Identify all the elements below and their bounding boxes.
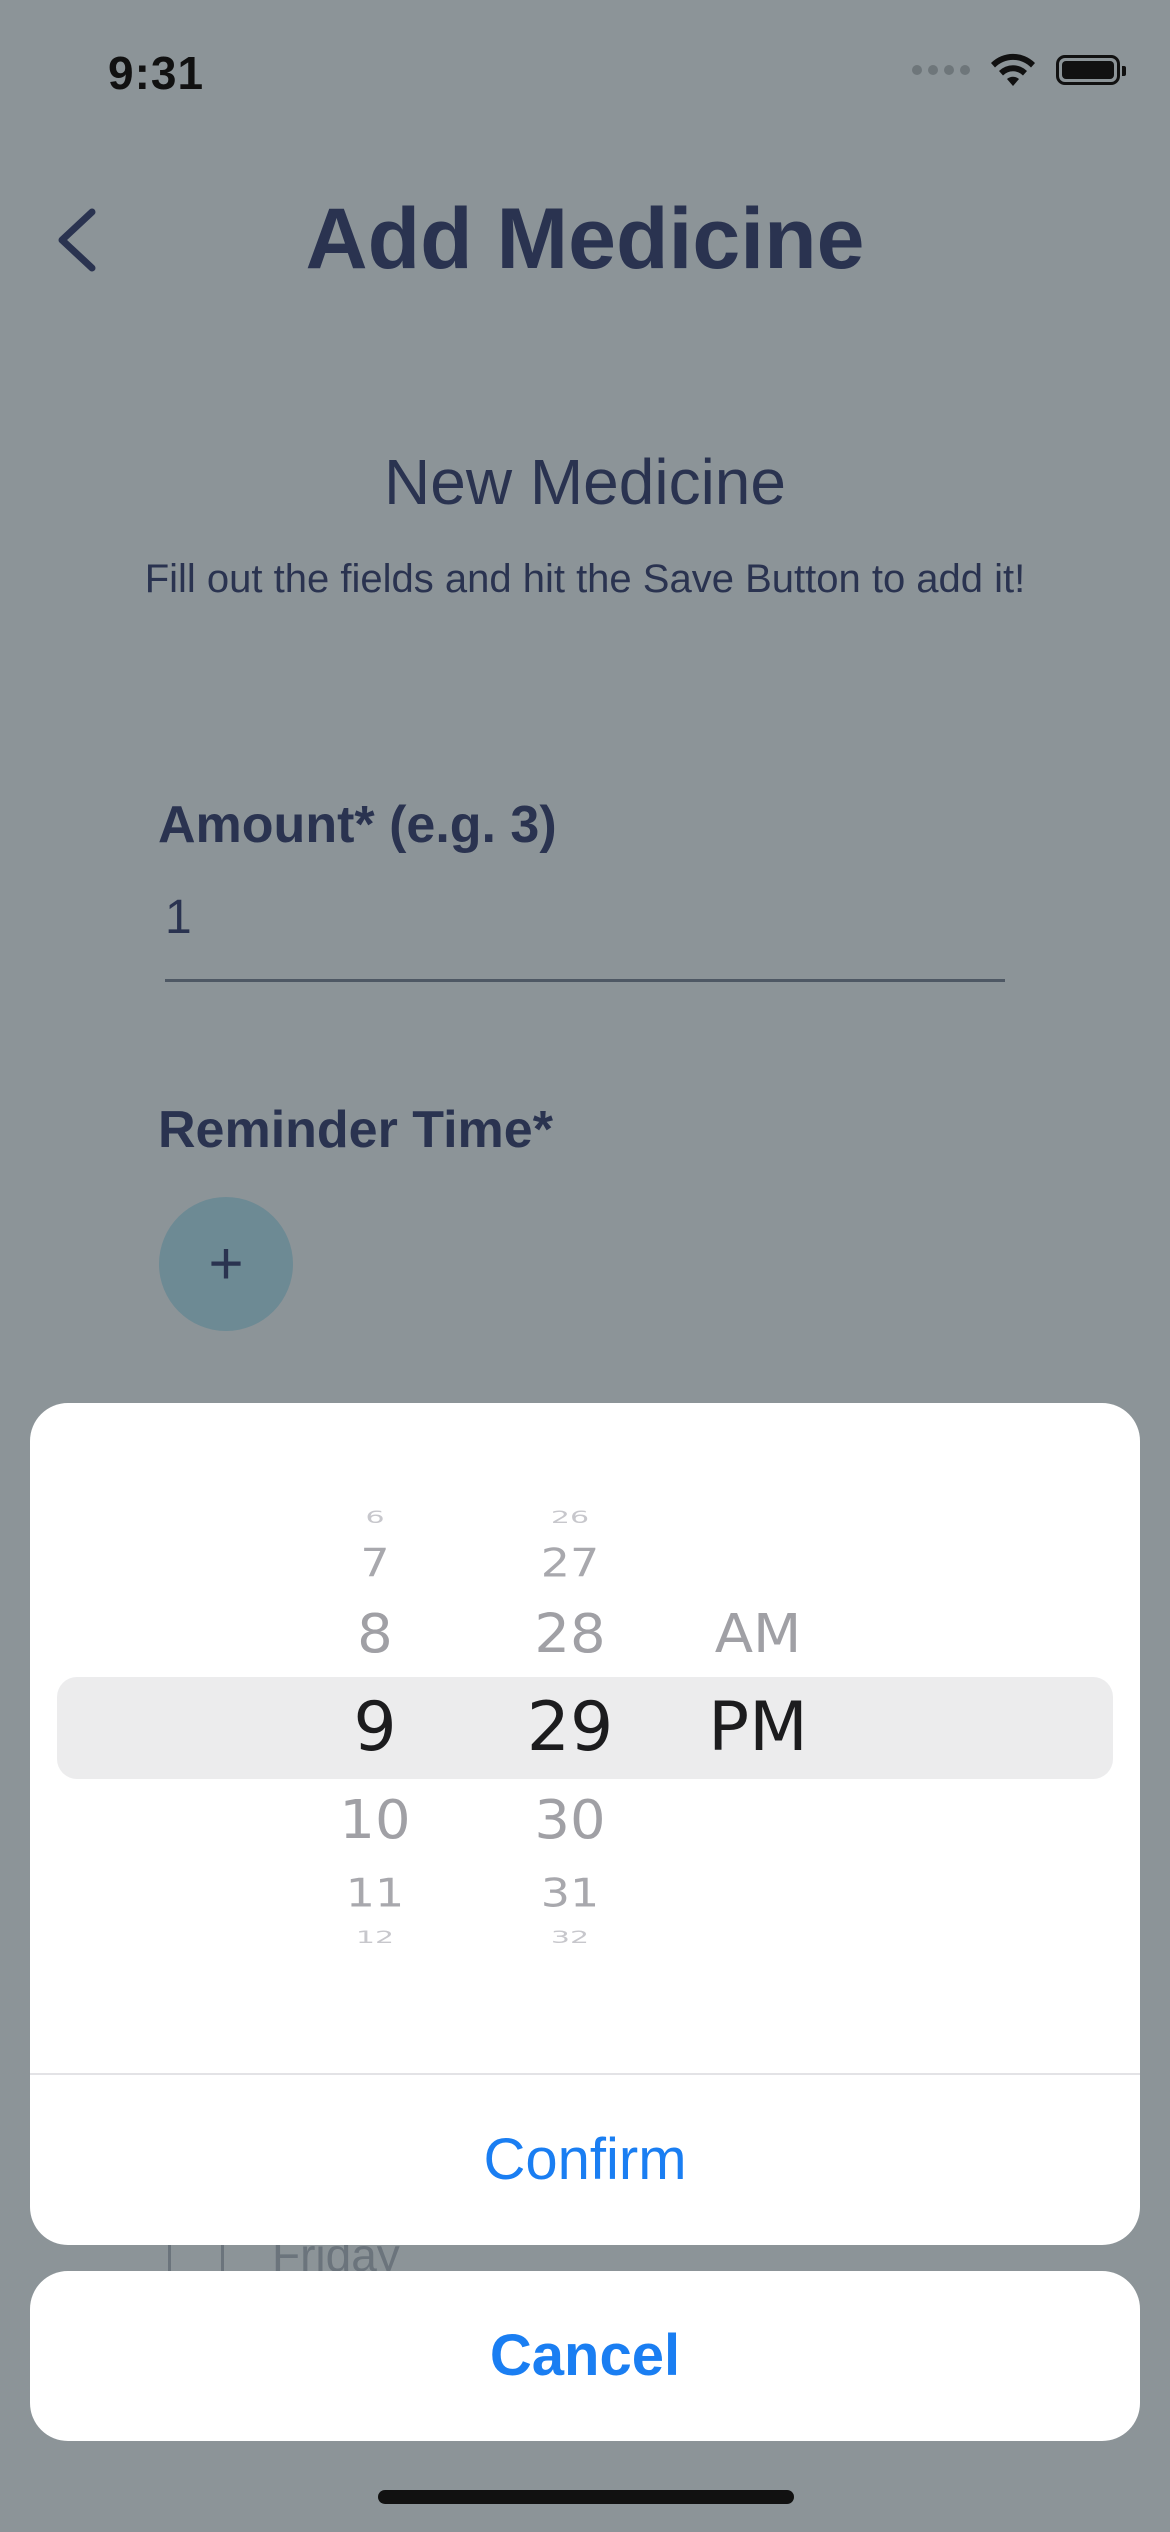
wifi-icon [991, 53, 1035, 86]
confirm-button[interactable]: Confirm [30, 2075, 1140, 2245]
cancel-button[interactable]: Cancel [30, 2271, 1140, 2441]
minute-option[interactable]: 28 [534, 1608, 605, 1661]
status-bar: 9:31 [0, 0, 1170, 150]
reminder-time-label: Reminder Time* [158, 1101, 553, 1159]
add-reminder-time-button[interactable]: + [159, 1197, 293, 1331]
navigation-bar: Add Medicine [0, 170, 1170, 310]
minute-option[interactable]: 30 [534, 1794, 605, 1847]
hour-option[interactable]: 11 [346, 1873, 405, 1912]
cellular-signal-icon [912, 65, 970, 75]
minute-option[interactable]: 32 [551, 1929, 589, 1947]
hour-option[interactable]: 6 [365, 1509, 384, 1527]
period-option[interactable]: PM [708, 1694, 808, 1762]
minute-option[interactable]: 29 [527, 1694, 614, 1762]
section-subtitle: Fill out the fields and hit the Save But… [144, 557, 1026, 601]
period-option[interactable]: AM [715, 1608, 802, 1661]
minute-option[interactable]: 26 [551, 1509, 589, 1527]
minute-option[interactable]: 31 [541, 1873, 600, 1912]
home-indicator [378, 2490, 794, 2504]
hour-option[interactable]: 8 [357, 1608, 393, 1661]
amount-label: Amount* (e.g. 3) [158, 796, 557, 854]
hour-option[interactable]: 7 [360, 1543, 389, 1582]
hour-option[interactable]: 10 [339, 1794, 410, 1847]
section-title: New Medicine [384, 446, 786, 518]
time-picker-sheet: 6 7 8 9 10 11 12 26 27 28 29 30 31 32 AM PM Confirm [30, 1403, 1140, 2245]
status-icons [912, 52, 1126, 88]
hour-option[interactable]: 9 [353, 1694, 396, 1762]
amount-input[interactable]: 1 [165, 890, 192, 945]
minute-option[interactable]: 27 [541, 1543, 600, 1582]
page-title: Add Medicine [305, 191, 865, 287]
status-time: 9:31 [108, 47, 205, 99]
battery-icon [1056, 55, 1126, 85]
amount-input-underline [165, 979, 1005, 982]
hour-option[interactable]: 12 [356, 1929, 394, 1947]
